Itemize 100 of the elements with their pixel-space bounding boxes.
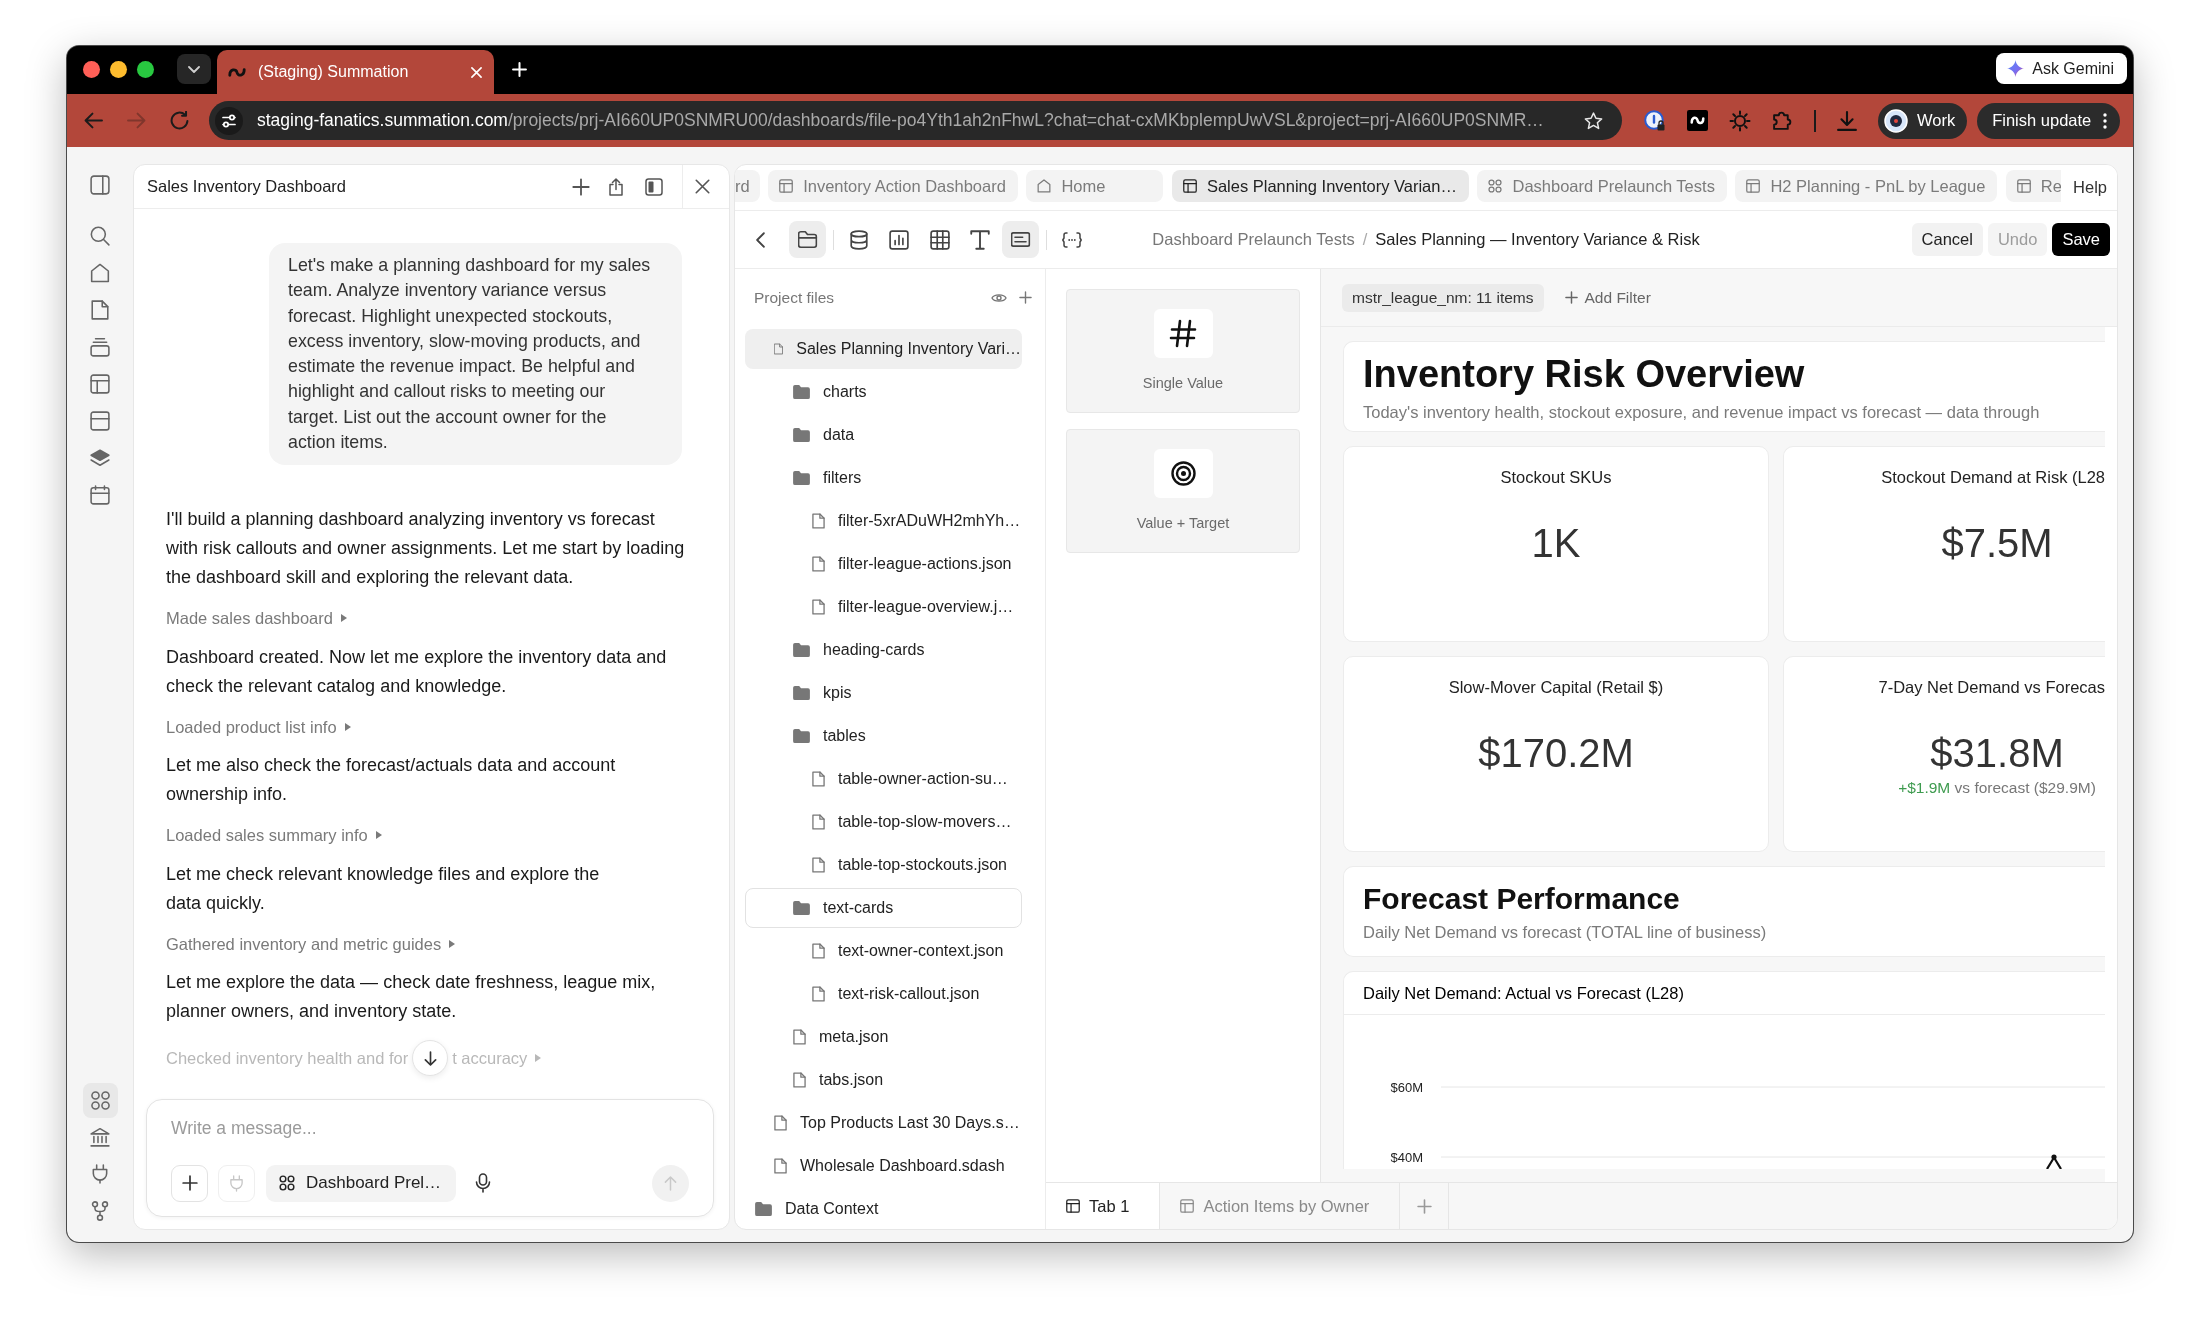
context-chip[interactable]: Dashboard Prel…	[266, 1164, 456, 1202]
workspace-tab[interactable]: H2 Planning - PnL by League	[1735, 170, 1998, 202]
database-icon[interactable]	[848, 229, 869, 250]
star-icon[interactable]	[1584, 111, 1603, 130]
braces-icon[interactable]	[1061, 229, 1082, 250]
widget-card[interactable]: Value + Target	[1066, 429, 1300, 553]
file-item[interactable]: Wholesale Dashboard.sdash	[745, 1146, 1022, 1186]
ask-button[interactable]: Ask Gemini	[1996, 53, 2127, 84]
workspace-tab[interactable]: rd	[735, 170, 760, 202]
branch-icon[interactable]	[90, 1201, 110, 1221]
cancel-button[interactable]: Cancel	[1911, 223, 1983, 256]
back-icon[interactable]	[756, 231, 765, 248]
filter-chip[interactable]: mstr_league_nm: 11 items	[1342, 283, 1544, 312]
step-toggle[interactable]: Made sales dashboard	[166, 606, 347, 631]
folder-item[interactable]: charts	[745, 372, 1022, 412]
document-icon[interactable]	[90, 300, 110, 320]
workspace-tab[interactable]: Re	[2005, 170, 2062, 202]
layers-icon[interactable]	[90, 448, 110, 468]
file-item[interactable]: Sales Planning Inventory Vari…	[745, 329, 1022, 369]
address-bar[interactable]: staging-fanatics.summation.com/projects/prj-AI660UP0SNMRU00/dashboards/file-po4Yth1ah2nFhwL?chat=chat-cxMKbplempUwVSL&project=prj-AI660UP0SNMR…	[209, 101, 1622, 140]
file-item[interactable]: filter-league-actions.json	[745, 544, 1022, 584]
folder-item[interactable]: tables	[745, 716, 1022, 756]
card-icon[interactable]	[1002, 221, 1039, 258]
step-toggle[interactable]: Loaded product list info	[166, 714, 351, 739]
page-title: Sales Planning — Inventory Variance & Risk	[1375, 230, 1700, 249]
file-item[interactable]: table-top-stockouts.json	[745, 845, 1022, 885]
file-item[interactable]: text-risk-callout.json	[745, 974, 1022, 1014]
step-toggle[interactable]: Gathered inventory and metric guides	[166, 931, 456, 956]
workspace-tab[interactable]: Dashboard Prelaunch Tests	[1477, 170, 1727, 202]
wave-tile-icon[interactable]	[1687, 110, 1708, 131]
file-item[interactable]: tabs.json	[745, 1060, 1022, 1100]
puzzle-icon[interactable]	[1772, 110, 1793, 131]
profile-button[interactable]: Work	[1878, 102, 1968, 139]
close-icon[interactable]	[695, 179, 710, 194]
caret-icon	[449, 939, 456, 948]
window-minimize-button[interactable]	[109, 60, 127, 78]
window-close-button[interactable]	[82, 60, 100, 78]
text-icon[interactable]	[970, 229, 990, 250]
kpi-value: 1K	[1531, 520, 1581, 567]
new-tab-icon[interactable]	[512, 62, 527, 77]
kpi-label: Stockout Demand at Risk (L28	[1881, 467, 2105, 488]
bar-chart-icon[interactable]	[889, 229, 909, 250]
home-icon[interactable]	[90, 263, 110, 283]
axis-tick-label: $60M	[1390, 1079, 1423, 1095]
update-button[interactable]: Finish update	[1977, 102, 2121, 139]
panel-icon[interactable]	[645, 177, 663, 196]
tab-list-button[interactable]	[177, 54, 211, 84]
layout-icon[interactable]	[90, 374, 110, 394]
plug-icon[interactable]	[90, 1164, 110, 1184]
workspace-tab[interactable]: Sales Planning Inventory Varian…	[1171, 170, 1469, 202]
folder-item[interactable]: kpis	[745, 673, 1022, 713]
file-item[interactable]: filter-league-overview.j…	[745, 587, 1022, 627]
file-item[interactable]: table-top-slow-movers…	[745, 802, 1022, 842]
step-toggle[interactable]: Loaded sales summary info	[166, 823, 382, 848]
eye-icon[interactable]	[991, 291, 1007, 304]
kpi-comparison: +$1.9M vs forecast ($29.9M)	[1898, 778, 2096, 798]
search-icon[interactable]	[90, 226, 110, 246]
message-input[interactable]: Write a message...	[171, 1113, 689, 1143]
window-zoom-button[interactable]	[136, 60, 154, 78]
microphone-icon[interactable]	[475, 1173, 491, 1193]
bank-icon[interactable]	[90, 1127, 110, 1147]
kpi-label: Slow-Mover Capital (Retail $)	[1448, 677, 1664, 698]
plus-icon[interactable]	[1019, 291, 1032, 304]
folder-item[interactable]: Data Context	[745, 1189, 1022, 1229]
four-circles-icon[interactable]	[82, 1082, 118, 1118]
attach-button[interactable]	[171, 1164, 208, 1202]
site-settings-icon[interactable]	[215, 106, 243, 135]
folder-item[interactable]: text-cards	[745, 888, 1022, 928]
calendar-icon[interactable]	[90, 485, 110, 505]
stack-icon[interactable]	[90, 337, 110, 357]
breadcrumb-link[interactable]: Dashboard Prelaunch Tests	[1152, 230, 1355, 249]
sidebar-icon[interactable]	[90, 175, 110, 195]
table-icon[interactable]	[929, 229, 950, 250]
download-icon[interactable]	[1837, 110, 1857, 131]
save-button[interactable]: Save	[2052, 223, 2110, 256]
workspace-tab[interactable]: Inventory Action Dashboard	[768, 170, 1018, 202]
folder-item[interactable]: data	[745, 415, 1022, 455]
scroll-down-button[interactable]	[412, 1040, 449, 1077]
sheet-tab[interactable]: Tab 1	[1046, 1183, 1161, 1229]
lock-badge-icon[interactable]	[1644, 109, 1666, 132]
window-icon[interactable]	[90, 411, 110, 431]
share-icon[interactable]	[608, 177, 624, 196]
file-item[interactable]: table-owner-action-su…	[745, 759, 1022, 799]
file-item[interactable]: meta.json	[745, 1017, 1022, 1057]
target-icon	[1153, 449, 1213, 498]
reload-icon[interactable]	[170, 111, 189, 130]
folder-item[interactable]: filters	[745, 458, 1022, 498]
folder-icon[interactable]	[789, 221, 826, 258]
sun-icon[interactable]	[1729, 109, 1751, 132]
folder-item[interactable]: heading-cards	[745, 630, 1022, 670]
add-filter-button[interactable]: Add Filter	[1564, 288, 1651, 307]
folder-icon	[792, 471, 810, 485]
file-item[interactable]: filter-5xrADuWH2mhYh…	[745, 501, 1022, 541]
file-item[interactable]: Top Products Last 30 Days.s…	[745, 1103, 1022, 1143]
plus-icon[interactable]	[572, 177, 590, 196]
browser-tab[interactable]: (Staging) Summation	[217, 50, 494, 94]
file-item[interactable]: text-owner-context.json	[745, 931, 1022, 971]
plug-icon	[229, 1174, 244, 1192]
widget-card[interactable]: Single Value	[1066, 289, 1300, 413]
workspace-tab[interactable]: Home	[1026, 170, 1164, 202]
